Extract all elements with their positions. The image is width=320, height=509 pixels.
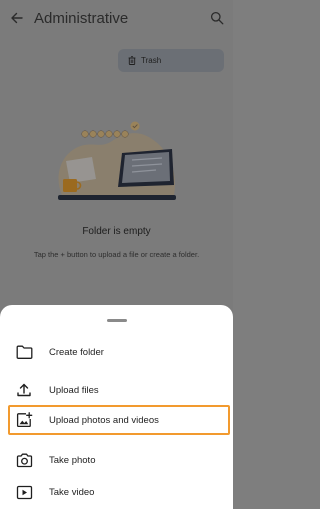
screen: Administrative Trash Folder is empty Tap… xyxy=(0,0,233,509)
back-arrow-icon[interactable] xyxy=(9,10,25,26)
upload-photos-videos-label: Upload photos and videos xyxy=(49,414,159,426)
create-folder-label: Create folder xyxy=(49,346,104,358)
drag-handle[interactable] xyxy=(107,319,127,322)
trash-icon xyxy=(128,56,136,65)
empty-state-subtitle: Tap the + button to upload a file or cre… xyxy=(33,250,200,259)
video-camera-icon xyxy=(15,483,33,501)
folder-icon xyxy=(15,343,33,361)
take-photo-label: Take photo xyxy=(49,454,96,466)
take-video-option[interactable]: Take video xyxy=(0,475,233,509)
take-video-label: Take video xyxy=(49,486,95,498)
camera-icon xyxy=(15,451,33,469)
upload-files-label: Upload files xyxy=(49,384,99,396)
empty-state-title: Folder is empty xyxy=(82,226,151,237)
upload-icon xyxy=(15,381,33,399)
page-title: Administrative xyxy=(34,10,129,27)
add-photo-icon xyxy=(15,411,33,429)
upload-photos-videos-option[interactable]: Upload photos and videos xyxy=(0,403,233,437)
app-bar: Administrative xyxy=(0,0,233,40)
trash-button[interactable]: Trash xyxy=(118,49,224,72)
search-icon[interactable] xyxy=(210,11,224,25)
trash-label: Trash xyxy=(141,56,162,65)
empty-folder-illustration xyxy=(58,121,176,200)
upload-files-option[interactable]: Upload files xyxy=(0,373,233,407)
create-folder-option[interactable]: Create folder xyxy=(0,335,233,369)
take-photo-option[interactable]: Take photo xyxy=(0,443,233,477)
bottom-sheet: Create folder Upload files Upload photos… xyxy=(0,305,233,509)
